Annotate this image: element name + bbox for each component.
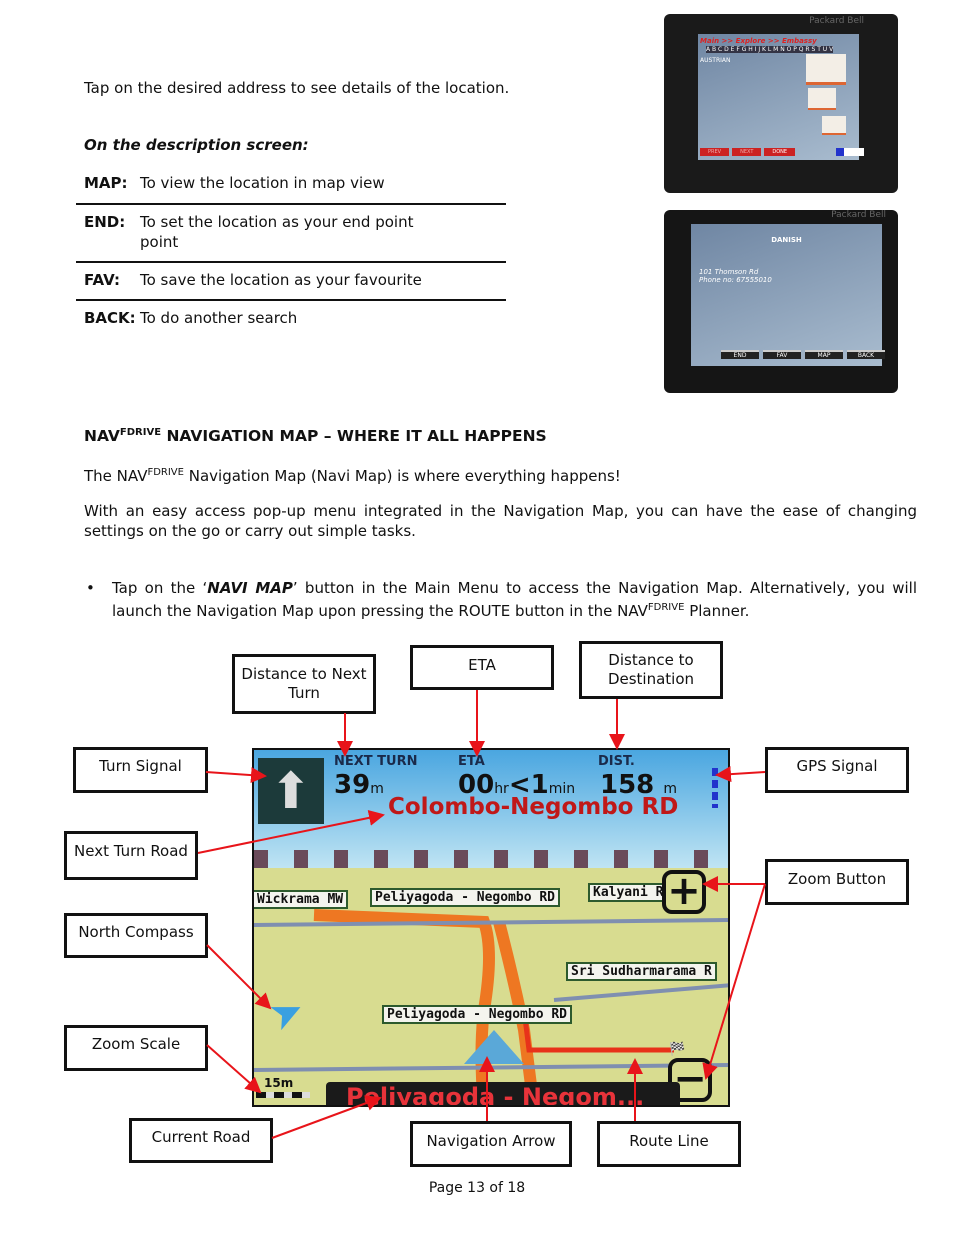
device-photo-details: Packard Bell DANISH 101 Thomson Rd Phone… — [664, 210, 898, 393]
fav-button[interactable]: FAV — [763, 350, 801, 359]
option-key: FAV: — [84, 271, 121, 289]
section-title: NAVFDRIVE NAVIGATION MAP – WHERE IT ALL … — [84, 427, 547, 446]
divider — [76, 261, 506, 263]
option-desc: To view the location in map view — [140, 174, 385, 192]
callout-current-road: Current Road — [129, 1118, 273, 1163]
list-item[interactable]: AUSTRIAN — [700, 57, 731, 64]
callout-north-compass: North Compass — [64, 913, 208, 958]
zoom-scale-label: 15m — [264, 1076, 294, 1090]
next-button[interactable]: NEXT — [732, 148, 762, 156]
location-title: DANISH — [771, 236, 802, 244]
option-key: END: — [84, 213, 126, 231]
paragraph-menu: With an easy access pop-up menu integrat… — [84, 502, 917, 540]
navigation-arrow-icon — [464, 1030, 524, 1064]
road-label: Kalyani R — [588, 883, 669, 902]
callout-distance-destination: Distance to Destination — [579, 641, 723, 699]
document-page: Tap on the desired address to see detail… — [0, 0, 954, 1235]
page-select[interactable] — [836, 148, 864, 156]
back-button[interactable]: BACK — [847, 350, 885, 359]
book-icon — [822, 116, 846, 135]
option-desc: To set the location as your end point po… — [140, 213, 414, 251]
callout-zoom-scale: Zoom Scale — [64, 1025, 208, 1071]
bullet-icon: • — [86, 579, 95, 597]
book-icon — [806, 54, 846, 85]
callout-navigation-arrow: Navigation Arrow — [410, 1121, 572, 1167]
breadcrumb: Main >> Explore >> Embassy — [700, 37, 817, 45]
book-icon — [808, 88, 836, 110]
road-label: Peliyagoda - Negombo RD — [382, 1005, 573, 1024]
road-label: Wickrama MW — [254, 890, 349, 909]
callout-next-turn-road: Next Turn Road — [64, 831, 198, 880]
callout-distance-next-turn: Distance to Next Turn — [232, 654, 376, 714]
location-phone: Phone no: 67555010 — [699, 276, 772, 284]
description-heading: On the description screen: — [84, 136, 309, 154]
prev-button[interactable]: PREV — [700, 148, 730, 156]
bullet-text: Tap on the ‘NAVI MAP’ button in the Main… — [112, 579, 917, 620]
callout-zoom-button: Zoom Button — [765, 859, 909, 905]
option-key: BACK: — [84, 309, 136, 327]
callout-turn-signal: Turn Signal — [73, 747, 208, 793]
current-road: Peliyagoda - Negom... — [326, 1082, 680, 1105]
road-label: Sri Sudharmarama R — [566, 962, 717, 981]
callout-route-line: Route Line — [597, 1121, 741, 1167]
callout-gps-signal: GPS Signal — [765, 747, 909, 793]
intro-text: Tap on the desired address to see detail… — [84, 79, 510, 97]
option-desc: To do another search — [140, 309, 298, 327]
done-button[interactable]: DONE — [764, 148, 796, 156]
zoom-scale-bar — [256, 1092, 310, 1098]
zoom-in-button[interactable]: + — [662, 870, 706, 914]
option-key: MAP: — [84, 174, 128, 192]
option-desc: To save the location as your favourite — [140, 271, 422, 289]
divider — [76, 299, 506, 301]
paragraph-intro: The NAVFDRIVE Navigation Map (Navi Map) … — [84, 467, 621, 485]
map-button[interactable]: MAP — [805, 350, 843, 359]
divider — [76, 203, 506, 205]
alphabet-bar[interactable]: A B C D E F G H I J K L M N O P Q R S T … — [706, 46, 834, 53]
location-address: 101 Thomson Rd — [699, 268, 759, 276]
navigation-map-screenshot: ⬆ NEXT TURN 39m ETA 00hr<1min DIST. 158 … — [252, 748, 730, 1107]
brand-logo: Packard Bell — [831, 210, 886, 220]
brand-logo: Packard Bell — [809, 16, 864, 26]
road-label: Peliyagoda - Negombo RD — [370, 888, 561, 907]
end-button[interactable]: END — [721, 350, 759, 359]
page-footer: Page 13 of 18 — [428, 1180, 526, 1196]
device-photo-list: Packard Bell Main >> Explore >> Embassy … — [664, 14, 898, 193]
callout-eta: ETA — [410, 645, 554, 690]
destination-flag-icon: 🏁 — [669, 1042, 686, 1057]
